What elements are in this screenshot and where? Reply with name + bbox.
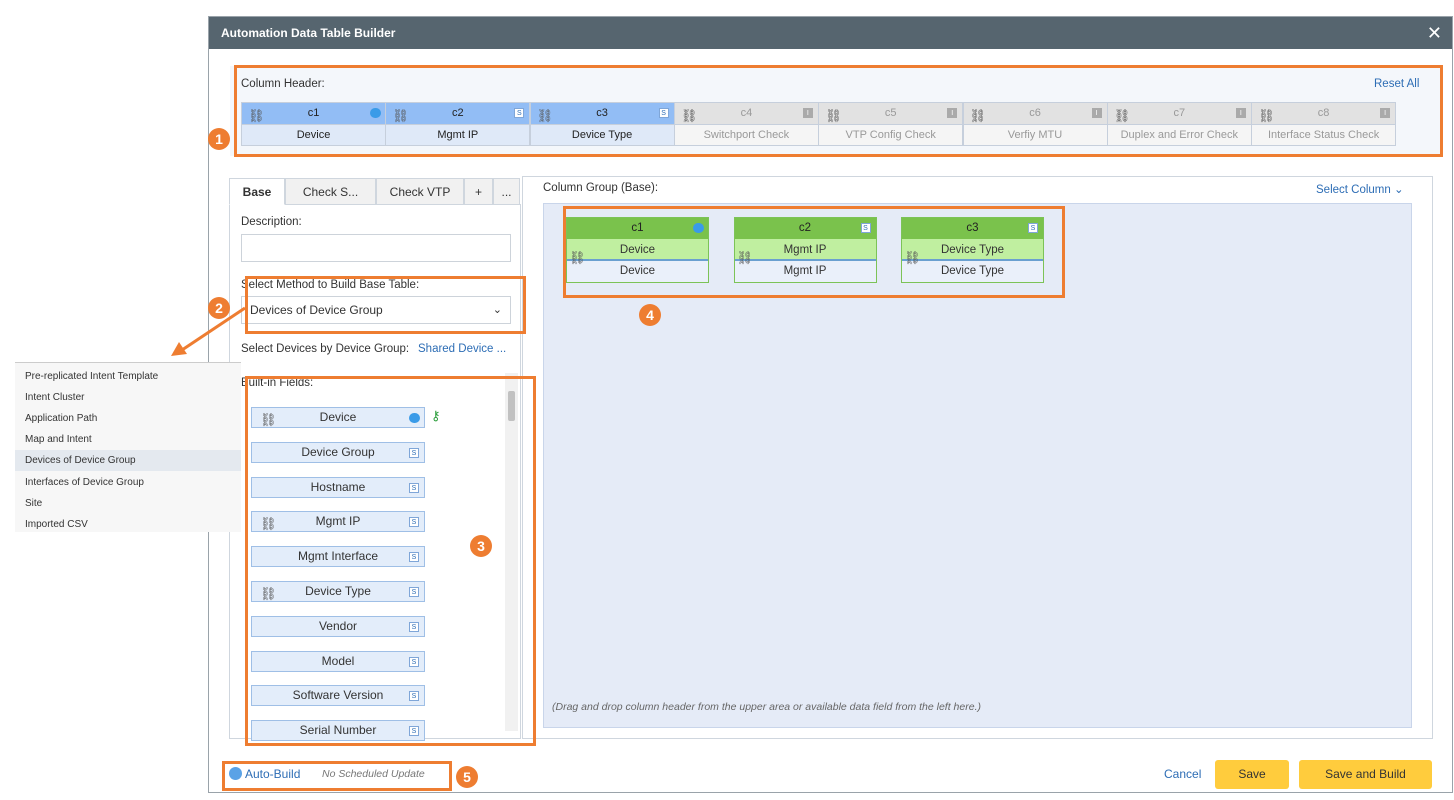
annotation-marker-5: 5 [456,766,478,788]
select-column-dropdown[interactable]: Select Column ⌄ [1316,182,1404,196]
dialog-title: Automation Data Table Builder [209,17,1452,49]
cancel-button[interactable]: Cancel [1164,767,1201,781]
dropdown-option[interactable]: Pre-replicated Intent Template [15,366,241,387]
drop-hint: (Drag and drop column header from the up… [552,701,981,713]
dropdown-option[interactable]: Interfaces of Device Group [15,472,241,493]
more-tabs-button[interactable]: ... [493,178,520,205]
annotation-box-2 [245,276,526,334]
chevron-down-icon: ⌄ [1394,184,1404,196]
dropdown-option[interactable]: Map and Intent [15,429,241,450]
dropdown-option[interactable]: Intent Cluster [15,387,241,408]
annotation-arrow [171,306,246,356]
description-label: Description: [241,216,302,228]
dropdown-option[interactable]: Devices of Device Group [15,450,241,472]
annotation-marker-3: 3 [470,535,492,557]
dropdown-option[interactable]: Application Path [15,408,241,429]
annotation-marker-1: 1 [208,128,230,150]
tab-check-s[interactable]: Check S... [285,178,376,205]
annotation-box-4 [563,206,1065,298]
dropdown-option[interactable]: Site [15,493,241,514]
save-button[interactable]: Save [1215,760,1289,789]
select-column-label: Select Column [1316,184,1391,196]
column-group-title: Column Group (Base): [543,182,659,194]
close-icon[interactable]: ✕ [1427,17,1442,49]
annotation-box-3 [245,376,536,746]
tab-base[interactable]: Base [229,178,285,205]
device-group-label: Select Devices by Device Group: [241,343,410,355]
dropdown-option[interactable]: Imported CSV [15,514,241,535]
annotation-marker-4: 4 [639,304,661,326]
annotation-box-1 [234,65,1443,157]
tab-check-vtp[interactable]: Check VTP [376,178,464,205]
save-and-build-button[interactable]: Save and Build [1299,760,1432,789]
description-input[interactable] [241,234,511,262]
annotation-box-5 [222,761,452,791]
add-tab-button[interactable]: + [464,178,493,205]
device-group-link[interactable]: Shared Device ... [418,343,506,355]
